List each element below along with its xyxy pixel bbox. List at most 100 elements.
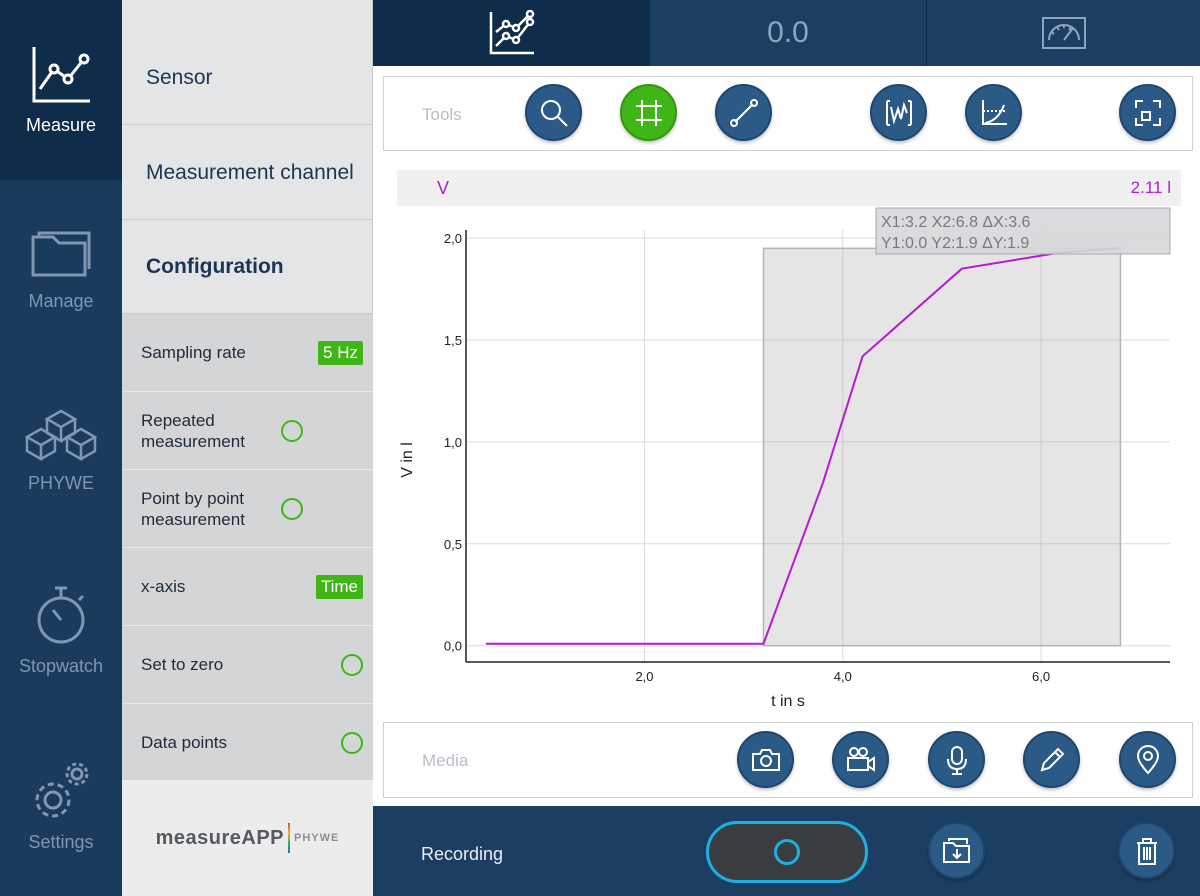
- x-axis-label: t in s: [771, 693, 805, 710]
- point-by-point-toggle[interactable]: [281, 497, 303, 520]
- signal-icon: [885, 99, 912, 126]
- video-button[interactable]: [832, 731, 889, 788]
- x-axis-badge[interactable]: Time: [315, 574, 363, 599]
- logo-brand: PHYWE: [294, 832, 340, 844]
- chart-line-icon: [32, 46, 90, 102]
- tab-digital-value[interactable]: 0.0: [650, 0, 927, 66]
- recording-bar: Recording: [373, 806, 1200, 896]
- media-bar: Media: [383, 722, 1193, 798]
- configuration-item[interactable]: Configuration: [122, 220, 373, 314]
- sensor-label: Sensor: [146, 65, 213, 89]
- pencil-button[interactable]: [1023, 731, 1080, 788]
- readout-line-y: Y1:0.0 Y2:1.9 ΔY:1.9: [881, 235, 1029, 252]
- zoom-icon: [540, 99, 568, 127]
- repeated-measurement-label: Repeated measurement: [141, 410, 245, 451]
- digital-value: 0.0: [767, 16, 809, 49]
- signal-button[interactable]: [870, 84, 927, 141]
- data-points-label: Data points: [141, 733, 227, 752]
- crop-select-icon: [635, 99, 662, 126]
- nav-label: Measure: [25, 114, 97, 135]
- data-points-row[interactable]: Data points: [122, 704, 373, 782]
- folder-icon: [31, 231, 91, 276]
- fullscreen-icon: [1134, 99, 1161, 126]
- point-by-point-row[interactable]: Point by point measurement: [122, 470, 373, 548]
- y-tick-label: 1,0: [444, 435, 462, 450]
- selection-rectangle: [762, 247, 1122, 647]
- stopwatch-icon: [37, 586, 85, 643]
- set-to-zero-toggle[interactable]: [341, 653, 363, 676]
- camera-button[interactable]: [737, 731, 794, 788]
- nav-label: Manage: [28, 290, 94, 311]
- y-tick-label: 0,5: [444, 537, 462, 552]
- recording-label: Recording: [421, 844, 504, 864]
- x-tick-label: 6,0: [1032, 669, 1050, 684]
- logo-name: measureAPP: [155, 826, 285, 849]
- tab-gauge[interactable]: [927, 0, 1200, 66]
- nav-settings[interactable]: Settings: [0, 716, 122, 896]
- nav-manage[interactable]: Manage: [0, 180, 122, 360]
- y-tick-label: 1,5: [444, 333, 462, 348]
- zoom-button[interactable]: [525, 84, 582, 141]
- record-icon: [774, 839, 800, 865]
- view-tabs: 0.0: [373, 0, 1200, 66]
- x-axis-row[interactable]: x-axis Time: [122, 548, 373, 626]
- tools-bar: Tools: [383, 76, 1193, 151]
- set-to-zero-row[interactable]: Set to zero: [122, 626, 373, 704]
- location-button[interactable]: [1119, 731, 1176, 788]
- line-draw-button[interactable]: [715, 84, 772, 141]
- data-points-toggle[interactable]: [341, 731, 363, 754]
- sampling-rate-row[interactable]: Sampling rate 5 Hz: [122, 314, 373, 392]
- pencil-icon: [1040, 747, 1064, 771]
- tab-graph[interactable]: [373, 0, 650, 66]
- gauge-icon: [1041, 17, 1086, 49]
- curve-fit-icon: [981, 99, 1007, 125]
- measurement-channel-label: Measurement channel: [146, 160, 354, 184]
- microphone-button[interactable]: [928, 731, 985, 788]
- trash-icon: [1136, 837, 1157, 865]
- nav-label: Stopwatch: [18, 655, 104, 676]
- chart-line-icon: [489, 10, 534, 55]
- curve-fit-button[interactable]: [965, 84, 1022, 141]
- y-tick-label: 0,0: [444, 639, 462, 654]
- microphone-icon: [946, 745, 967, 775]
- sampling-rate-badge[interactable]: 5 Hz: [318, 340, 363, 365]
- y-axis-label: V in l: [399, 442, 416, 478]
- point-by-point-label: Point by point measurement: [141, 488, 245, 529]
- nav-label: Settings: [28, 831, 94, 852]
- gears-icon: [35, 762, 89, 817]
- line-draw-icon: [729, 98, 758, 127]
- x-tick-label: 4,0: [834, 669, 852, 684]
- line-chart[interactable]: 2,0 4,0 6,0 0,0 0,5 1,0 1,5 2,0 t in s V in l X1:3…: [383, 160, 1193, 716]
- measurement-channel-item[interactable]: Measurement channel: [122, 126, 373, 220]
- logo-divider: [288, 823, 291, 853]
- location-pin-icon: [1136, 744, 1159, 774]
- y-tick-label: 2,0: [444, 231, 462, 246]
- delete-button[interactable]: [1118, 822, 1175, 879]
- sampling-rate-label: Sampling rate: [141, 343, 246, 362]
- readout-line-x: X1:3.2 X2:6.8 ΔX:3.6: [881, 214, 1031, 231]
- save-folder-icon: [942, 837, 970, 863]
- x-tick-label: 2,0: [635, 669, 653, 684]
- media-label: Media: [422, 751, 469, 770]
- video-camera-icon: [846, 746, 875, 772]
- crop-select-button[interactable]: [620, 84, 677, 141]
- tools-label: Tools: [422, 105, 462, 124]
- configuration-label: Configuration: [146, 254, 284, 278]
- set-to-zero-label: Set to zero: [141, 655, 224, 674]
- config-panel: Sensor Measurement channel Configuration…: [122, 0, 373, 896]
- repeated-measurement-toggle[interactable]: [281, 419, 303, 442]
- nav-stopwatch[interactable]: Stopwatch: [0, 540, 122, 720]
- record-button[interactable]: [706, 821, 868, 883]
- nav-measure[interactable]: Measure: [0, 0, 122, 180]
- fullscreen-button[interactable]: [1119, 84, 1176, 141]
- repeated-measurement-row[interactable]: Repeated measurement: [122, 392, 373, 470]
- x-axis-label: x-axis: [141, 577, 186, 596]
- chart-area: V 2.11 l 2,0 4,0 6,0 0,0 0,5 1,0 1,5 2,0 t in sV…: [383, 160, 1193, 716]
- sensor-item[interactable]: Sensor: [122, 31, 373, 125]
- camera-icon: [751, 748, 780, 771]
- measureapp-logo: measureAPP PHYWE: [122, 780, 373, 896]
- nav-phywe[interactable]: PHYWE: [0, 360, 122, 540]
- nav-label: PHYWE: [27, 472, 94, 493]
- save-button[interactable]: [928, 822, 985, 879]
- main-nav: Measure Manage PHYWE Stopwatch Settings: [0, 0, 122, 896]
